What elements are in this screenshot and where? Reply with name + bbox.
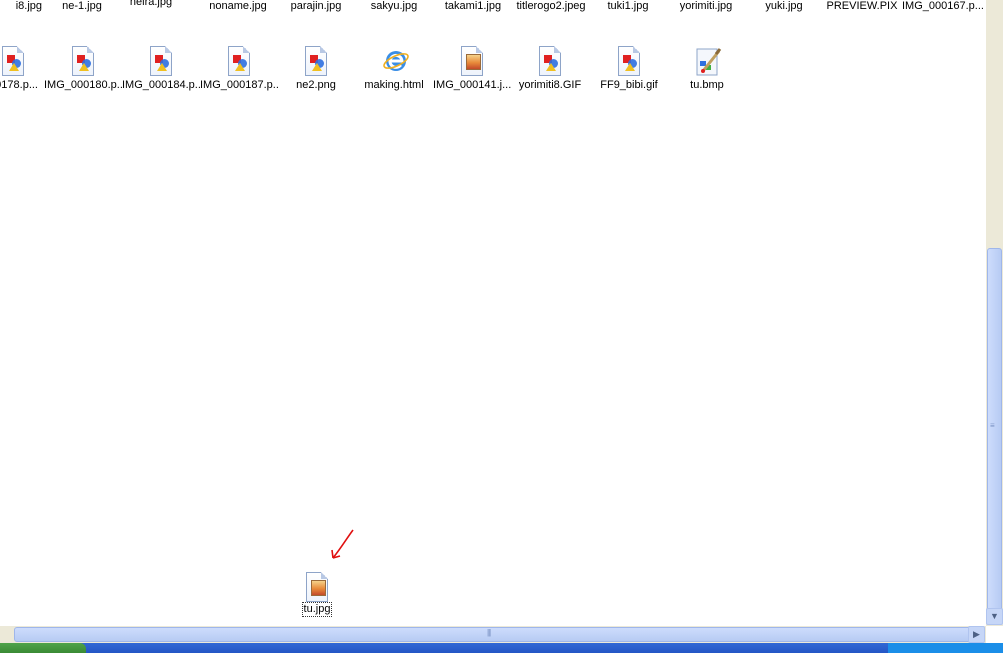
- file-item[interactable]: IMG_000180.p...: [44, 45, 122, 92]
- file-item[interactable]: IMG_000141.j...: [433, 45, 511, 92]
- file-item[interactable]: noname.jpg: [199, 0, 277, 13]
- file-item[interactable]: tu.bmp: [668, 45, 746, 92]
- file-label: ne-1.jpg: [62, 0, 102, 12]
- file-label: tu.bmp: [690, 79, 724, 91]
- file-item[interactable]: parajin.jpg: [277, 0, 355, 13]
- file-item[interactable]: IMG_000187.p...: [200, 45, 278, 92]
- file-label: tuki1.jpg: [607, 0, 649, 12]
- scroll-down-button[interactable]: ▼: [986, 608, 1003, 625]
- file-item[interactable]: tuki1.jpg: [589, 0, 667, 13]
- file-label: 000178.p...: [0, 79, 38, 91]
- file-label: IMG_000184.p...: [122, 79, 200, 91]
- file-label: IMG_000180.p...: [44, 79, 122, 91]
- file-item[interactable]: takami1.jpg: [434, 0, 512, 13]
- file-label: PREVIEW.PIX: [826, 0, 898, 12]
- file-label: yorimiti8.GIF: [518, 79, 582, 91]
- image-file-icon: [222, 45, 256, 79]
- photo-file-icon: [300, 572, 334, 602]
- file-label: ne2.png: [296, 79, 336, 91]
- file-item[interactable]: yorimiti.jpg: [667, 0, 745, 13]
- file-item[interactable]: titlerogo2.jpeg: [512, 0, 590, 13]
- file-item[interactable]: FF9_bibi.gif: [590, 45, 668, 92]
- internet-explorer-icon: [377, 45, 411, 79]
- paint-file-icon: [690, 45, 724, 79]
- file-label: takami1.jpg: [444, 0, 502, 12]
- image-file-icon: [144, 45, 178, 79]
- start-button[interactable]: [0, 643, 86, 653]
- system-tray: [888, 643, 1003, 653]
- file-item[interactable]: sakyu.jpg: [355, 0, 433, 13]
- image-file-icon: [66, 45, 100, 79]
- vertical-scrollbar[interactable]: ≡ ▼: [986, 0, 1003, 626]
- image-file-icon: [299, 45, 333, 79]
- file-item[interactable]: PREVIEW.PIX: [823, 0, 901, 13]
- file-label: neira.jpg: [129, 0, 173, 8]
- scroll-right-button[interactable]: ▶: [968, 626, 985, 643]
- horizontal-scrollbar[interactable]: ||| ▶: [0, 626, 986, 643]
- photo-file-icon: [455, 45, 489, 79]
- file-label: FF9_bibi.gif: [600, 79, 658, 91]
- image-file-icon: [533, 45, 567, 79]
- file-label: IMG_000141.j...: [433, 79, 511, 91]
- file-item[interactable]: neira.jpg: [112, 0, 190, 9]
- file-label: sakyu.jpg: [370, 0, 418, 12]
- file-label: IMG_000187.p...: [200, 79, 278, 91]
- taskbar: [0, 643, 1003, 653]
- file-label: making.html: [364, 79, 424, 91]
- file-label: i8.jpg: [15, 0, 42, 12]
- file-label: yorimiti.jpg: [679, 0, 733, 12]
- grip-icon: |||: [487, 628, 491, 637]
- vertical-scroll-thumb[interactable]: ≡: [987, 248, 1002, 612]
- file-label: titlerogo2.jpeg: [516, 0, 586, 12]
- file-item[interactable]: ne-1.jpg: [43, 0, 121, 13]
- file-item[interactable]: i8.jpg: [0, 0, 44, 13]
- image-file-icon: [0, 45, 30, 79]
- image-file-icon: [612, 45, 646, 79]
- file-label: tu.jpg: [301, 602, 333, 617]
- grip-icon: ≡: [990, 421, 995, 430]
- file-label: yuki.jpg: [765, 0, 803, 12]
- horizontal-scroll-thumb[interactable]: |||: [14, 627, 974, 642]
- file-label: noname.jpg: [209, 0, 267, 12]
- file-item[interactable]: IMG_000167.p...: [902, 0, 986, 13]
- file-label: parajin.jpg: [290, 0, 342, 12]
- file-label: IMG_000167.p...: [902, 0, 984, 12]
- file-item[interactable]: ne2.png: [277, 45, 355, 92]
- file-list-view: i8.jpg ne-1.jpg neira.jpg noname.jpg par…: [0, 0, 986, 626]
- file-item[interactable]: making.html: [355, 45, 433, 92]
- file-item[interactable]: 000178.p...: [0, 45, 38, 92]
- file-item[interactable]: yorimiti8.GIF: [511, 45, 589, 92]
- file-item[interactable]: IMG_000184.p...: [122, 45, 200, 92]
- red-arrow-annotation: [331, 529, 354, 559]
- file-item-selected[interactable]: tu.jpg: [278, 572, 356, 620]
- file-item[interactable]: yuki.jpg: [745, 0, 823, 13]
